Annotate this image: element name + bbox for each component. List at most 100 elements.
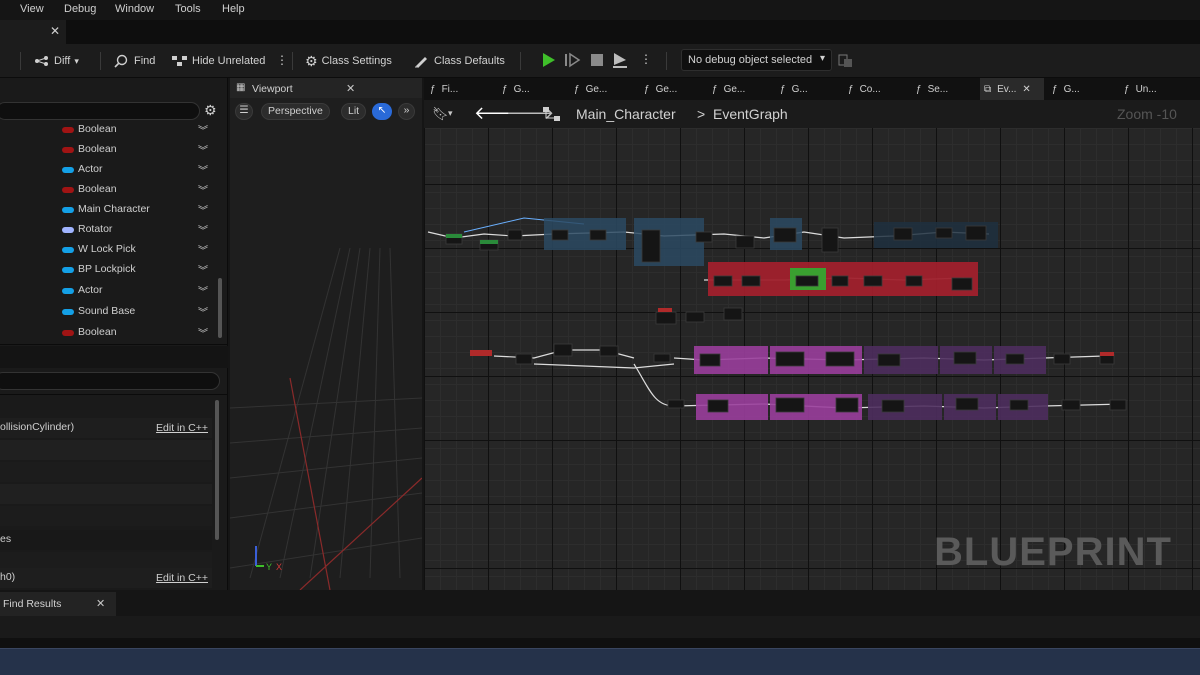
chevron-down-icon[interactable]: ︾ <box>198 122 208 137</box>
details-search-input[interactable] <box>0 372 220 390</box>
breadcrumb-leaf[interactable]: EventGraph <box>713 106 788 122</box>
graph-header: 🔖︎ ▾ 🡐 🡒 Main_Character > EventGraph <box>424 100 1200 128</box>
graph-tab[interactable]: ƒ Ge... <box>574 78 607 100</box>
gear-icon[interactable]: ⚙ <box>204 102 217 119</box>
menu-help[interactable]: Help <box>222 3 245 15</box>
graph-tab-active[interactable]: ⧉ Ev... ✕ <box>980 78 1044 100</box>
close-icon[interactable]: ✕ <box>50 24 60 38</box>
variable-row[interactable]: BP Lockpick ︾ <box>0 260 220 280</box>
graph-tab[interactable]: ƒ Co... <box>848 78 881 100</box>
variable-row[interactable]: Rotator ︾ <box>0 220 220 240</box>
chevron-down-icon[interactable]: ︾ <box>198 222 208 237</box>
graph-tab[interactable]: ƒ Fi... <box>430 78 458 100</box>
blueprint-watermark: BLUEPRINT <box>934 530 1172 574</box>
variable-row[interactable]: Sound Base ︾ <box>0 302 220 322</box>
graph-tab[interactable]: ƒ G... <box>780 78 808 100</box>
graph-canvas[interactable] <box>424 128 1200 590</box>
chevron-down-icon[interactable]: ︾ <box>198 304 208 319</box>
stop-button[interactable] <box>586 50 608 70</box>
edit-in-cpp-link[interactable]: Edit in C++ <box>156 422 208 434</box>
graph-tab[interactable]: ƒ Un... <box>1124 78 1157 100</box>
viewport-menu-button[interactable]: ☰ <box>235 103 253 120</box>
breadcrumb-root[interactable]: Main_Character <box>576 106 676 122</box>
variable-row[interactable]: Boolean ︾ <box>0 180 220 200</box>
hide-unrelated-button[interactable]: Hide Unrelated <box>172 53 265 69</box>
graph-tab[interactable]: ƒ Ge... <box>712 78 745 100</box>
breadcrumb-separator: > <box>697 106 706 122</box>
hide-unrelated-icon <box>172 56 187 66</box>
chevron-down-icon[interactable]: ︾ <box>198 262 208 277</box>
panel-divider <box>0 344 228 345</box>
menu-window[interactable]: Window <box>115 3 154 15</box>
svg-text:Y: Y <box>266 562 272 572</box>
variable-row[interactable]: Actor ︾ <box>0 160 220 180</box>
variable-row[interactable]: Boolean ︾ <box>0 120 220 140</box>
class-defaults-button[interactable]: Class Defaults <box>414 53 505 69</box>
chevron-down-icon[interactable]: ︾ <box>198 283 208 298</box>
event-graph-icon: ⧉ <box>984 83 992 95</box>
search-input[interactable] <box>0 102 200 120</box>
type-pill-icon <box>62 227 74 233</box>
variable-row[interactable]: Actor ︾ <box>0 281 220 301</box>
eject-button[interactable] <box>610 50 632 70</box>
toolbar-separator <box>20 52 21 70</box>
find-button[interactable]: Find <box>114 53 155 69</box>
class-settings-button[interactable]: ⚙ Class Settings <box>305 53 392 69</box>
chevron-down-icon[interactable]: ︾ <box>198 142 208 157</box>
more-options-icon[interactable]: ⋮ <box>276 53 288 67</box>
step-button[interactable] <box>562 50 584 70</box>
menu-view[interactable]: View <box>20 3 44 15</box>
lit-button[interactable]: Lit <box>341 103 367 120</box>
variable-type: Boolean <box>78 123 117 135</box>
menu-tools[interactable]: Tools <box>175 3 201 15</box>
type-pill-icon <box>62 167 74 173</box>
function-icon: ƒ <box>1124 83 1130 95</box>
scrollbar[interactable] <box>218 278 222 338</box>
chevron-down-icon[interactable]: ︾ <box>198 162 208 177</box>
close-icon[interactable]: ✕ <box>346 82 355 95</box>
expand-icon[interactable]: » <box>398 103 415 120</box>
viewport-panel[interactable]: ☰ Perspective Lit ↖ » Y X <box>230 98 422 590</box>
chevron-down-icon[interactable]: ︾ <box>198 202 208 217</box>
toolbar-separator <box>520 52 521 70</box>
viewport-icon: ▦ <box>236 82 246 93</box>
play-button[interactable] <box>538 50 560 70</box>
graph-tab[interactable]: ƒ G... <box>1052 78 1080 100</box>
graph-tab[interactable]: ƒ G... <box>502 78 530 100</box>
chevron-down-icon[interactable]: ︾ <box>198 325 208 340</box>
viewport-tab[interactable]: ▦ Viewport ✕ <box>230 78 422 98</box>
graph-tab-label: Ev... <box>997 83 1017 95</box>
debug-filter-icon[interactable] <box>838 54 854 68</box>
variable-row[interactable]: Boolean ︾ <box>0 323 220 343</box>
type-pill-icon <box>62 267 74 273</box>
play-options-icon[interactable]: ⋮ <box>640 52 652 66</box>
zoom-level: Zoom -10 <box>1117 106 1177 122</box>
scrollbar[interactable] <box>215 400 219 540</box>
select-mode-icon[interactable]: ↖ <box>372 103 392 120</box>
find-results-tab[interactable]: Find Results ✕ <box>0 592 116 616</box>
details-component-row: h0) Edit in C++ <box>0 568 212 588</box>
variable-row[interactable]: Boolean ︾ <box>0 140 220 160</box>
variable-type: Boolean <box>78 183 117 195</box>
variable-type: Sound Base <box>78 305 136 317</box>
bookmark-icon[interactable]: 🔖︎ <box>432 106 449 122</box>
edit-in-cpp-link[interactable]: Edit in C++ <box>156 572 208 584</box>
graph-tab-label: G... <box>1063 83 1080 95</box>
chevron-down-icon[interactable]: ︾ <box>198 242 208 257</box>
status-bar <box>0 638 1200 648</box>
type-pill-icon <box>62 127 74 133</box>
perspective-button[interactable]: Perspective <box>261 103 330 120</box>
debug-object-select[interactable]: No debug object selected ▾ <box>681 49 832 71</box>
close-icon[interactable]: ✕ <box>1022 84 1030 95</box>
graph-tab[interactable]: ƒ Ge... <box>644 78 677 100</box>
graph-tab[interactable]: ƒ Se... <box>916 78 948 100</box>
find-label: Find <box>134 55 156 67</box>
chevron-down-icon[interactable]: ︾ <box>198 182 208 197</box>
variable-row[interactable]: Main Character ︾ <box>0 200 220 220</box>
variable-row[interactable]: W Lock Pick ︾ <box>0 240 220 260</box>
menu-debug[interactable]: Debug <box>64 3 96 15</box>
close-icon[interactable]: ✕ <box>96 597 105 610</box>
chevron-down-icon[interactable]: ▾ <box>448 108 453 119</box>
find-results-label: Find Results <box>3 598 62 610</box>
diff-button[interactable]: Diff ▾ <box>34 53 79 69</box>
